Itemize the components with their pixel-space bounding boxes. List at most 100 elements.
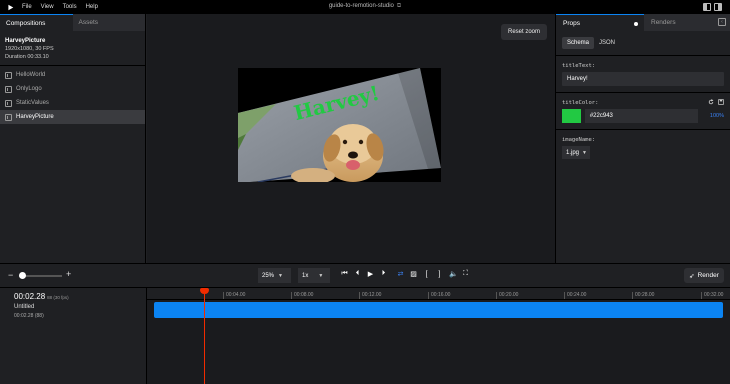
tab-props[interactable]: Props <box>556 14 644 31</box>
ruler-tick: 00:32.00 <box>700 292 724 299</box>
reset-icon[interactable] <box>708 98 714 105</box>
zoom-level-value: 25% <box>262 272 275 279</box>
opacity-value[interactable]: 100% <box>710 113 724 119</box>
video-preview: Harvey! <box>238 68 441 182</box>
preview-image: Harvey! <box>238 68 441 182</box>
compositions-panel: Compositions Assets HarveyPicture 1920x1… <box>0 14 146 263</box>
chevron-down-icon: ▼ <box>318 272 324 279</box>
timecode-value: 00:02.28 <box>14 292 46 301</box>
project-title-text: guide-to-remotion-studio <box>328 3 394 9</box>
transport-controls: ⏮ ⏴ ▶ ⏵ ⇄ ▨ [ ] 🔈 ⛶ <box>341 270 469 278</box>
track-name: Untitled <box>14 304 35 310</box>
toggle-left-panel-icon[interactable] <box>703 3 711 11</box>
render-button[interactable]: ➶ Render <box>684 268 724 283</box>
ruler-tick: 00:08.00 <box>290 292 314 299</box>
field-label: imageName: <box>562 137 596 143</box>
timeline-sidebar: 00:02.28 88 (30 fps) Untitled 00:02.28 (8… <box>0 288 147 384</box>
jump-to-start-icon[interactable]: ⏮ <box>341 270 348 278</box>
save-icon[interactable] <box>718 98 724 105</box>
menu-view[interactable]: View <box>41 4 54 10</box>
json-option[interactable]: JSON <box>594 37 620 49</box>
step-back-icon[interactable]: ⏴ <box>354 270 361 278</box>
ruler-tick: 00:24.00 <box>563 292 587 299</box>
toggle-right-panel-icon[interactable] <box>714 3 722 11</box>
zoom-slider-handle[interactable] <box>19 272 26 279</box>
ruler-tick: 00:28.00 <box>631 292 655 299</box>
composition-item-staticvalues[interactable]: StaticValues <box>0 96 145 110</box>
field-image-name: imageName: 1.jpg ▼ <box>556 130 730 159</box>
left-tabs: Compositions Assets <box>0 14 145 31</box>
composition-info: HarveyPicture 1920x1080, 30 FPS Duration… <box>0 31 145 66</box>
menu-tools[interactable]: Tools <box>63 4 77 10</box>
menu-help[interactable]: Help <box>86 4 98 10</box>
playback-rate-select[interactable]: 1x ▼ <box>298 268 330 283</box>
composition-resolution: 1920x1080, 30 FPS <box>5 46 54 52</box>
volume-icon[interactable]: 🔈 <box>449 270 458 278</box>
composition-name: HarveyPicture <box>5 38 46 44</box>
timeline-ruler[interactable]: 00:04.00 00:08.00 00:12.00 00:16.00 00:2… <box>147 288 730 300</box>
chevron-down-icon: ▼ <box>278 272 283 279</box>
image-name-value: 1.jpg <box>566 149 580 156</box>
color-row: #22c943 100% <box>562 109 724 123</box>
rocket-icon: ➶ <box>689 272 695 280</box>
out-point-icon[interactable]: ] <box>436 271 443 278</box>
composition-item-helloworld[interactable]: HelloWorld <box>0 68 145 82</box>
play-icon[interactable]: ▶ <box>367 270 374 278</box>
loop-icon[interactable]: ⇄ <box>397 270 404 278</box>
zoom-in-icon[interactable]: + <box>66 269 71 279</box>
schema-json-toggle: Schema JSON <box>562 37 730 49</box>
field-title-text: titleText: Harvey! <box>556 56 730 86</box>
render-label: Render <box>697 272 719 279</box>
unsaved-dot-icon <box>634 22 638 26</box>
timecode-frames: 88 (30 fps) <box>47 295 69 300</box>
composition-item-label: HarveyPicture <box>16 114 54 120</box>
image-name-select[interactable]: 1.jpg ▼ <box>562 146 590 159</box>
schema-option[interactable]: Schema <box>562 37 595 49</box>
chevron-down-icon: ▼ <box>582 149 587 156</box>
project-title: guide-to-remotion-studio ⧉ <box>0 3 730 10</box>
field-title-color: titleColor: #22c943 100% <box>556 93 730 123</box>
tab-assets[interactable]: Assets <box>72 14 145 31</box>
ruler-tick: 00:04.00 <box>222 292 246 299</box>
layout-toggles <box>703 3 722 11</box>
playback-rate-value: 1x <box>302 272 309 279</box>
composition-list: HelloWorld OnlyLogo StaticValues HarveyP… <box>0 66 145 124</box>
ruler-tick: 00:20.00 <box>495 292 519 299</box>
collapse-panel-icon[interactable]: ‹ <box>718 18 726 26</box>
film-icon <box>5 85 12 93</box>
external-link-icon[interactable]: ⧉ <box>397 3 401 9</box>
color-swatch[interactable] <box>562 109 581 123</box>
label-row: titleColor: <box>562 97 724 106</box>
props-panel: Props Renders ‹ Schema JSON titleText: H… <box>555 14 730 263</box>
composition-item-harveypicture[interactable]: HarveyPicture <box>0 110 145 124</box>
timeline: 00:02.28 88 (30 fps) Untitled 00:02.28 (8… <box>0 288 730 384</box>
composition-item-label: OnlyLogo <box>16 86 42 92</box>
film-icon <box>5 113 12 121</box>
ruler-tick: 00:16.00 <box>427 292 451 299</box>
remotion-logo-icon[interactable] <box>6 3 14 11</box>
menu-bar: File View Tools Help guide-to-remotion-s… <box>0 0 730 14</box>
field-label: titleColor: <box>562 100 599 106</box>
tab-props-label: Props <box>563 19 580 27</box>
title-color-input[interactable]: #22c943 <box>584 109 698 123</box>
checkerboard-icon[interactable]: ▨ <box>410 270 417 278</box>
title-text-input[interactable]: Harvey! <box>562 72 724 86</box>
track-time: 00:02.28 (88) <box>14 313 44 319</box>
composition-item-onlylogo[interactable]: OnlyLogo <box>0 82 145 96</box>
zoom-out-icon[interactable]: − <box>8 270 13 280</box>
composition-item-label: StaticValues <box>16 100 49 106</box>
timeline-sequence-bar[interactable] <box>154 302 723 318</box>
film-icon <box>5 99 12 107</box>
zoom-level-select[interactable]: 25% ▼ <box>258 268 291 283</box>
playhead-line[interactable] <box>204 288 205 384</box>
tab-renders[interactable]: Renders ‹ <box>644 14 730 31</box>
reset-zoom-button[interactable]: Reset zoom <box>500 24 547 40</box>
step-forward-icon[interactable]: ⏵ <box>380 270 387 278</box>
fullscreen-icon[interactable]: ⛶ <box>462 270 469 278</box>
in-point-icon[interactable]: [ <box>423 271 430 278</box>
field-label: titleText: <box>562 63 596 69</box>
playback-controls: − + 25% ▼ 1x ▼ ⏮ ⏴ ▶ ⏵ ⇄ ▨ [ ] 🔈 ⛶ ➶ Render <box>0 263 730 288</box>
right-tabs: Props Renders ‹ <box>556 14 730 31</box>
tab-compositions[interactable]: Compositions <box>0 14 73 31</box>
menu-file[interactable]: File <box>22 4 32 10</box>
